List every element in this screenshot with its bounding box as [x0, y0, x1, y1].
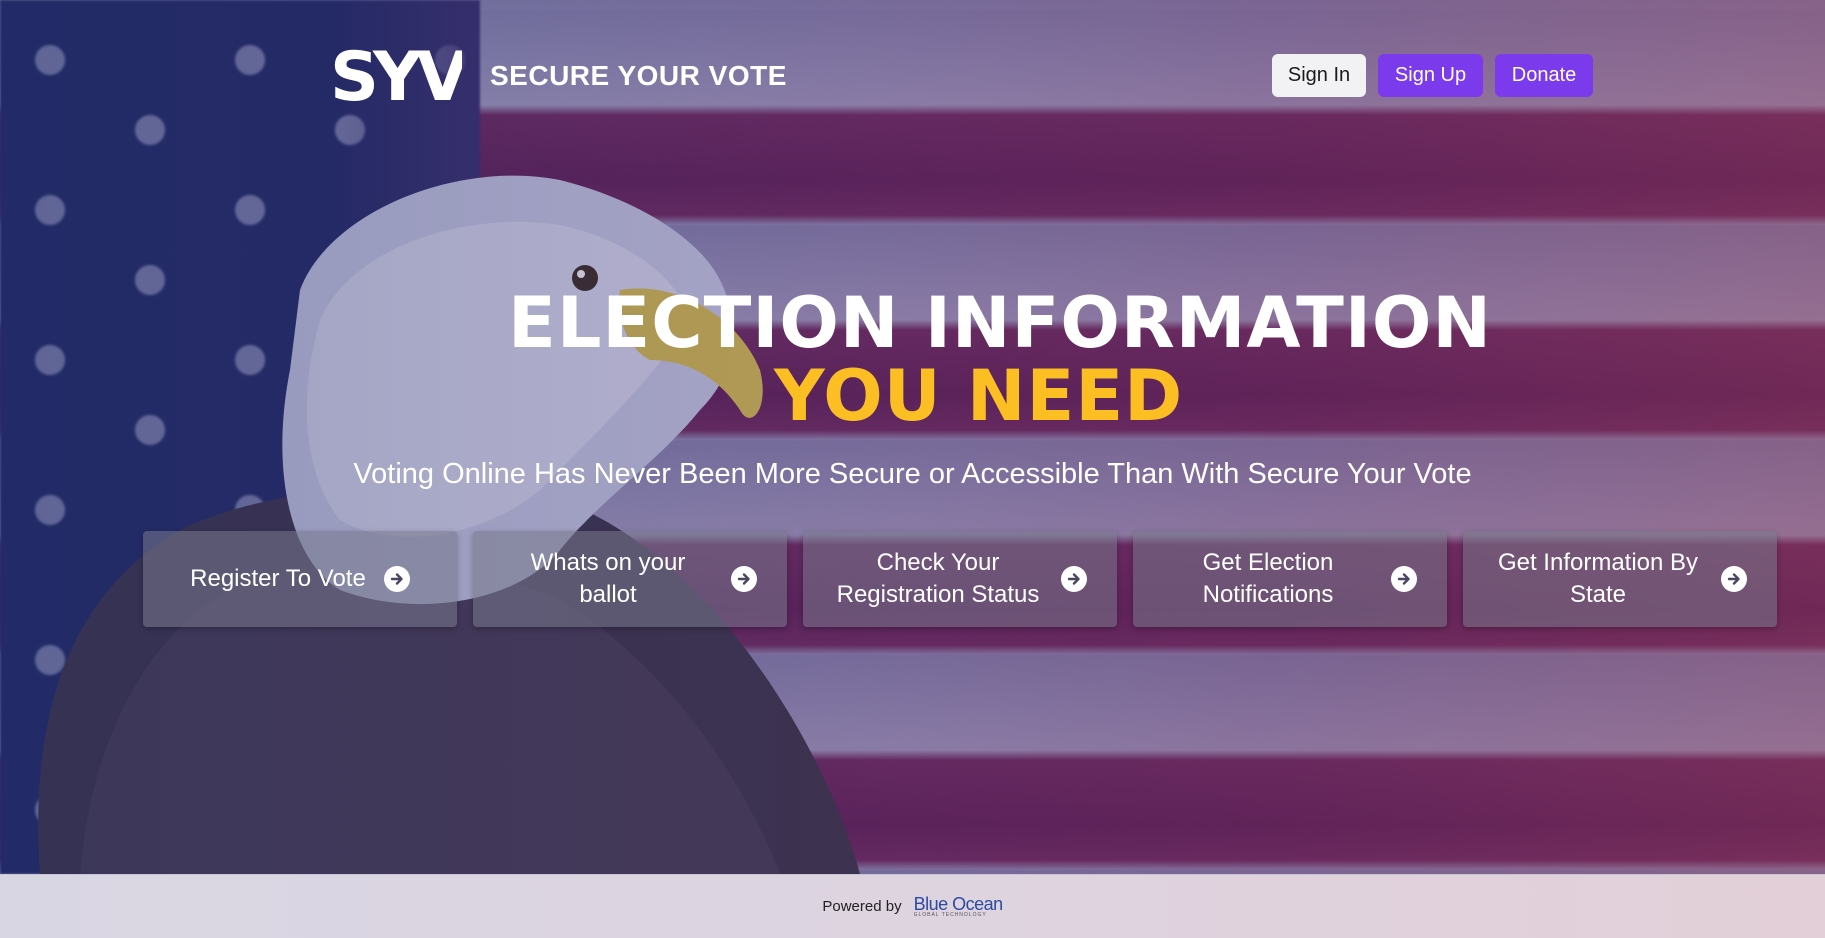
- header-nav: Sign In Sign Up Donate: [1272, 54, 1593, 97]
- arrow-right-circle-icon: [1721, 566, 1747, 592]
- site-header: SYV SECURE YOUR VOTE Sign In Sign Up Don…: [0, 0, 1825, 150]
- card-label: Whats on your ballot: [530, 549, 686, 608]
- hero-title-line2: YOU NEED: [774, 355, 1184, 437]
- donate-button[interactable]: Donate: [1495, 54, 1593, 97]
- arrow-right-circle-icon: [1061, 566, 1087, 592]
- arrow-right-circle-icon: [383, 566, 410, 592]
- brand-name: SECURE YOUR VOTE: [490, 60, 787, 91]
- footer-brand-sub: GLOBAL TECHNOLOGY: [913, 912, 987, 918]
- arrow-right-circle-icon: [1391, 566, 1417, 592]
- footer-brand-name: Blue Ocean: [913, 894, 1004, 914]
- syv-logo[interactable]: SYV: [330, 42, 462, 108]
- blue-ocean-logo[interactable]: Blue Ocean GLOBAL TECHNOLOGY: [913, 894, 1004, 918]
- site-footer: Powered by Blue Ocean GLOBAL TECHNOLOGY: [0, 874, 1825, 938]
- card-label: Get Election Notifications: [1202, 549, 1334, 608]
- svg-text:SYV: SYV: [330, 42, 462, 108]
- sign-up-button[interactable]: Sign Up: [1378, 54, 1483, 97]
- hero-title-line1: ELECTION INFORMATION: [508, 282, 1493, 364]
- arrow-right-circle-icon: [731, 566, 757, 592]
- election-notifications-card[interactable]: Get Election Notifications: [1133, 531, 1447, 627]
- card-label: Get Information By State: [1497, 549, 1699, 608]
- register-to-vote-card[interactable]: Register To Vote: [143, 531, 457, 627]
- hero-subtitle: Voting Online Has Never Been More Secure…: [353, 458, 1472, 490]
- check-registration-card[interactable]: Check Your Registration Status: [803, 531, 1117, 627]
- logo-icon: SYV: [330, 42, 462, 108]
- card-label: Check Your Registration Status: [836, 549, 1040, 608]
- powered-by-text: Powered by: [822, 898, 902, 915]
- whats-on-ballot-card[interactable]: Whats on your ballot: [473, 531, 787, 627]
- action-cards: Register To Vote Whats on your ballot Ch…: [143, 531, 1777, 627]
- sign-in-button[interactable]: Sign In: [1272, 54, 1366, 97]
- card-label: Register To Vote: [190, 565, 366, 592]
- info-by-state-card[interactable]: Get Information By State: [1463, 531, 1777, 627]
